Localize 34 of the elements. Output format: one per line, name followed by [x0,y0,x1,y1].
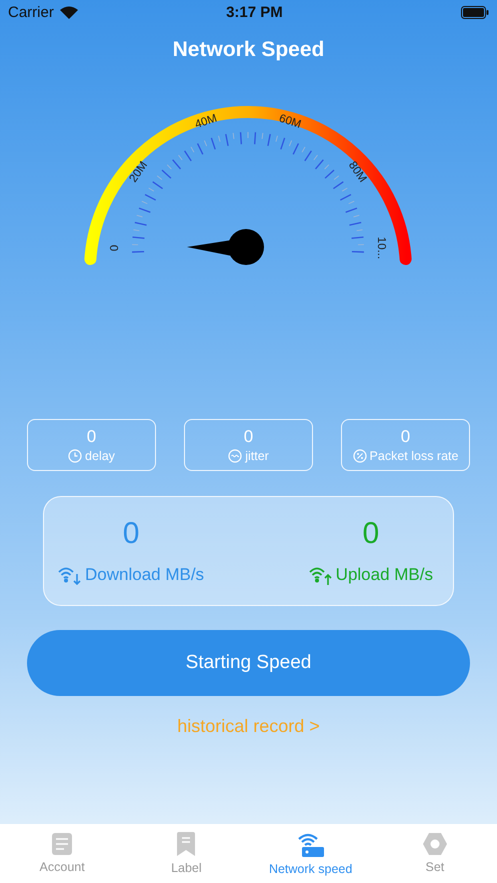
wifi-download-icon [58,565,82,585]
wifi-router-icon [298,831,324,857]
percent-icon [352,449,367,463]
metric-value: 0 [400,427,410,447]
tab-item[interactable]: Network speed [248,824,373,883]
wifi-icon [60,6,78,19]
scale-label: 0 [109,244,122,252]
wave-icon [228,449,242,463]
tab-item[interactable]: Set [372,824,497,883]
metric-label: jitter [245,449,269,463]
speed-value: 0 [122,517,140,551]
metric-label: delay [85,449,115,463]
scale-label: 60M [277,112,302,132]
tab-item[interactable]: Label [124,824,248,883]
speed-value: 0 [362,517,380,551]
scale-label: 40M [194,112,219,132]
metric-value: 0 [86,427,96,447]
wifi-upload-icon [308,565,333,585]
start-button[interactable]: Starting Speed [27,630,470,696]
history-link[interactable]: historical record > [177,716,320,737]
page-title: Network Speed [172,38,326,62]
bookmark-icon [177,832,196,856]
hexagon-icon [422,833,447,855]
clock-icon [68,449,82,463]
document-icon [52,833,72,855]
metric-value: 0 [244,427,254,447]
status-time: 3:17 PM [226,4,283,21]
speed-label: Download MB/s [85,565,204,585]
scale-label: 10... [374,236,387,260]
speed-label: Upload MB/s [336,565,433,585]
metric-label: Packet loss rate [370,449,458,463]
carrier-label: Carrier [8,4,54,21]
tab-item[interactable]: Account [0,824,124,883]
battery-icon [460,6,489,19]
